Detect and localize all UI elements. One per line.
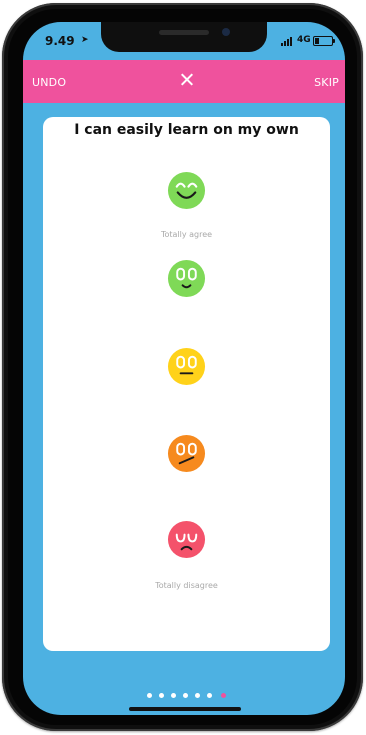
battery-icon xyxy=(313,36,335,46)
close-icon[interactable] xyxy=(178,71,196,89)
cellular-signal-icon xyxy=(281,37,295,46)
happy-face-icon[interactable] xyxy=(167,259,206,298)
status-time: 9.49 xyxy=(45,34,75,48)
page-dot[interactable] xyxy=(147,693,152,698)
unsure-face-icon[interactable] xyxy=(167,434,206,473)
neutral-face-icon[interactable] xyxy=(167,347,206,386)
speaker-grille xyxy=(159,30,209,35)
caption-totally-agree: Totally agree xyxy=(160,230,213,239)
page-dot[interactable] xyxy=(207,693,212,698)
undo-button[interactable]: UNDO xyxy=(32,76,66,89)
home-indicator[interactable] xyxy=(129,707,241,711)
location-arrow-icon: ➤ xyxy=(81,35,89,45)
question-title: I can easily learn on my own xyxy=(74,122,299,138)
skip-button[interactable]: SKIP xyxy=(314,76,339,89)
front-camera xyxy=(222,28,230,36)
page-dot-active[interactable] xyxy=(221,693,226,698)
sad-face-icon[interactable] xyxy=(167,520,206,559)
page-dot[interactable] xyxy=(183,693,188,698)
page-indicator xyxy=(147,693,237,699)
page-dot[interactable] xyxy=(195,693,200,698)
page-dot[interactable] xyxy=(171,693,176,698)
very-happy-face-icon[interactable] xyxy=(167,171,206,210)
caption-totally-disagree: Totally disagree xyxy=(155,581,218,590)
network-type: 4G xyxy=(297,35,311,45)
question-card: I can easily learn on my own Totally agr… xyxy=(43,117,330,651)
phone-notch xyxy=(101,22,267,52)
page-dot[interactable] xyxy=(159,693,164,698)
top-bar: UNDO SKIP xyxy=(23,60,345,103)
app-screen: 9.49 ➤ 4G UNDO SKIP I can easily learn o… xyxy=(23,22,345,715)
